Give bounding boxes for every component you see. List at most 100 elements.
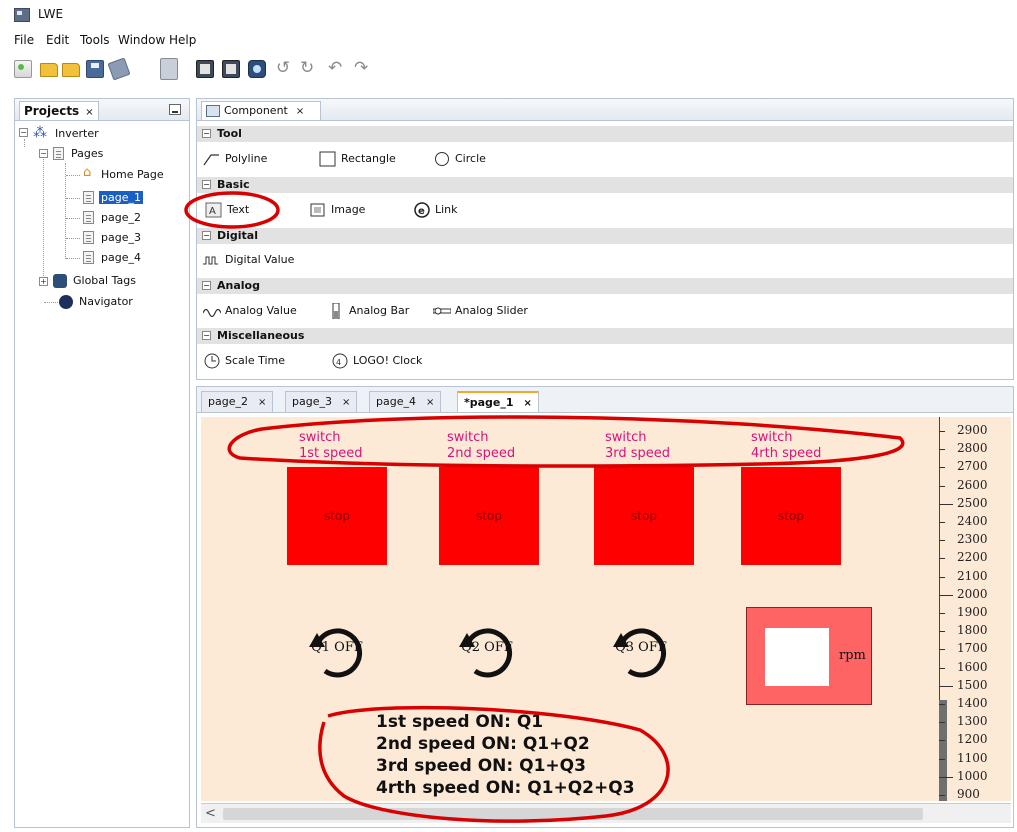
section-digital[interactable]: − Digital <box>197 228 1013 244</box>
design-canvas[interactable]: switch 1st speed switch 2nd speed switch 3r… <box>201 417 939 801</box>
scale-label: 2600 <box>957 477 988 492</box>
menu-tools[interactable]: Tools <box>80 33 110 47</box>
tab-page-4[interactable]: page_4 × <box>369 391 442 412</box>
pages-icon <box>53 147 64 160</box>
tab-component[interactable]: Component × <box>201 101 321 120</box>
collapse-icon[interactable]: − <box>19 128 28 137</box>
scale-label: 1100 <box>957 750 988 765</box>
tab-projects[interactable]: Projects × <box>19 101 99 120</box>
stop-button-2[interactable]: stop <box>439 467 539 565</box>
switch-label-1-line2: 1st speed <box>299 446 363 461</box>
scale-label: 2100 <box>957 568 988 583</box>
scale-label-partial-bottom: 900 <box>957 787 980 801</box>
component-analog-bar[interactable]: Analog Bar <box>327 301 409 321</box>
output-indicator-q1[interactable]: Q1 OFF <box>303 617 371 685</box>
tree-item-navigator[interactable]: Navigator <box>79 295 133 308</box>
close-icon[interactable]: × <box>524 398 532 409</box>
tab-page-3[interactable]: page_3 × <box>285 391 358 412</box>
scrollbar-thumb[interactable] <box>223 808 923 820</box>
menu-help[interactable]: Help <box>169 33 196 47</box>
rpm-scale[interactable]: 3000 2900 2800 2700 2600 2500 2400 2300 2200 2100… <box>939 417 1011 801</box>
tree-connector <box>66 175 80 176</box>
component-rectangle[interactable]: Rectangle <box>319 149 396 169</box>
tree-item-page-4[interactable]: page_4 <box>101 251 141 264</box>
section-analog[interactable]: − Analog <box>197 278 1013 294</box>
tree-item-page-2[interactable]: page_2 <box>101 211 141 224</box>
scale-minor-tick <box>939 467 945 469</box>
close-icon[interactable]: × <box>296 106 304 117</box>
tree-item-global-tags[interactable]: Global Tags <box>73 274 136 287</box>
close-icon[interactable]: × <box>426 397 434 408</box>
component-link[interactable]: e Link <box>413 200 458 220</box>
tab-page-2[interactable]: page_2 × <box>201 391 274 412</box>
output-indicator-q3[interactable]: Q3 OFF <box>607 617 675 685</box>
save-icon[interactable] <box>86 60 104 78</box>
switch-label-4-line1: switch <box>751 430 793 445</box>
component-circle[interactable]: Circle <box>433 149 486 169</box>
minimize-icon[interactable] <box>169 104 181 115</box>
tree-connector <box>66 218 80 219</box>
tree-item-pages[interactable]: Pages <box>71 147 103 160</box>
horizontal-scrollbar[interactable]: < <box>201 803 1011 823</box>
switch-label-4[interactable]: switch 4rth speed <box>751 430 821 462</box>
scroll-left-icon[interactable]: < <box>205 806 216 821</box>
monitor-icon[interactable] <box>248 60 266 78</box>
component-analog-value[interactable]: Analog Value <box>203 301 297 321</box>
undo-icon[interactable]: ↺ <box>276 58 290 78</box>
component-digital-value-label: Digital Value <box>225 253 295 266</box>
undo-all-icon[interactable]: ↶ <box>328 58 342 78</box>
component-analog-slider[interactable]: Analog Slider <box>433 301 528 321</box>
switch-label-2[interactable]: switch 2nd speed <box>447 430 515 462</box>
open-folder-icon[interactable] <box>40 63 58 77</box>
component-circle-label: Circle <box>455 152 486 165</box>
menu-edit[interactable]: Edit <box>46 33 69 47</box>
download-icon[interactable] <box>222 60 240 78</box>
tab-page-1[interactable]: *page_1 × <box>457 391 539 412</box>
menu-bar: File Edit Tools Window Help <box>0 30 1017 52</box>
collapse-icon: − <box>202 180 211 189</box>
redo-all-icon[interactable]: ↷ <box>354 58 368 78</box>
component-logo-clock[interactable]: 4 LOGO! Clock <box>331 351 422 371</box>
component-scale-time[interactable]: Scale Time <box>203 351 285 371</box>
component-text[interactable]: A Text <box>205 200 249 220</box>
tools-icon[interactable] <box>107 57 131 81</box>
component-scale-time-label: Scale Time <box>225 354 286 367</box>
scale-minor-tick <box>939 704 945 705</box>
stop-button-4[interactable]: stop <box>741 467 841 565</box>
new-project-icon[interactable] <box>14 60 32 78</box>
tree-item-page-1[interactable]: page_1 <box>99 191 143 204</box>
section-misc[interactable]: − Miscellaneous <box>197 328 1013 344</box>
clipboard-icon[interactable] <box>160 58 178 80</box>
scale-label: 2700 <box>957 459 988 474</box>
component-image[interactable]: Image <box>309 200 365 220</box>
close-icon[interactable]: × <box>342 397 350 408</box>
open-folder-icon[interactable] <box>62 63 80 77</box>
scale-label: 2400 <box>957 514 988 528</box>
switch-label-1[interactable]: switch 1st speed <box>299 430 363 462</box>
speed-notes[interactable]: 1st speed ON: Q1 2nd speed ON: Q1+Q2 3rd… <box>376 711 635 799</box>
tree-item-home-page[interactable]: Home Page <box>101 168 164 181</box>
section-tool[interactable]: − Tool <box>197 126 1013 142</box>
close-icon[interactable]: × <box>258 397 266 408</box>
upload-icon[interactable] <box>196 60 214 78</box>
menu-file[interactable]: File <box>14 33 34 47</box>
image-icon <box>310 203 325 217</box>
collapse-icon[interactable]: − <box>39 149 48 158</box>
redo-icon[interactable]: ↻ <box>300 58 314 78</box>
stop-button-1[interactable]: stop <box>287 467 387 565</box>
switch-label-3[interactable]: switch 3rd speed <box>605 430 670 462</box>
menu-window[interactable]: Window <box>118 33 165 47</box>
scale-minor-tick <box>939 576 945 578</box>
close-icon[interactable]: × <box>85 107 93 118</box>
rpm-value-box[interactable]: rpm <box>746 607 872 705</box>
component-polyline[interactable]: Polyline <box>203 149 267 169</box>
stop-button-3[interactable]: stop <box>594 467 694 565</box>
tree-item-page-3[interactable]: page_3 <box>101 231 141 244</box>
section-misc-label: Miscellaneous <box>217 329 305 342</box>
component-digital-value[interactable]: Digital Value <box>203 250 294 270</box>
section-basic[interactable]: − Basic <box>197 177 1013 193</box>
tree-item-inverter[interactable]: Inverter <box>55 127 99 140</box>
expand-icon[interactable]: + <box>39 277 48 286</box>
network-icon: ⁂ <box>33 125 47 141</box>
output-indicator-q2[interactable]: Q2 OFF <box>453 617 521 685</box>
